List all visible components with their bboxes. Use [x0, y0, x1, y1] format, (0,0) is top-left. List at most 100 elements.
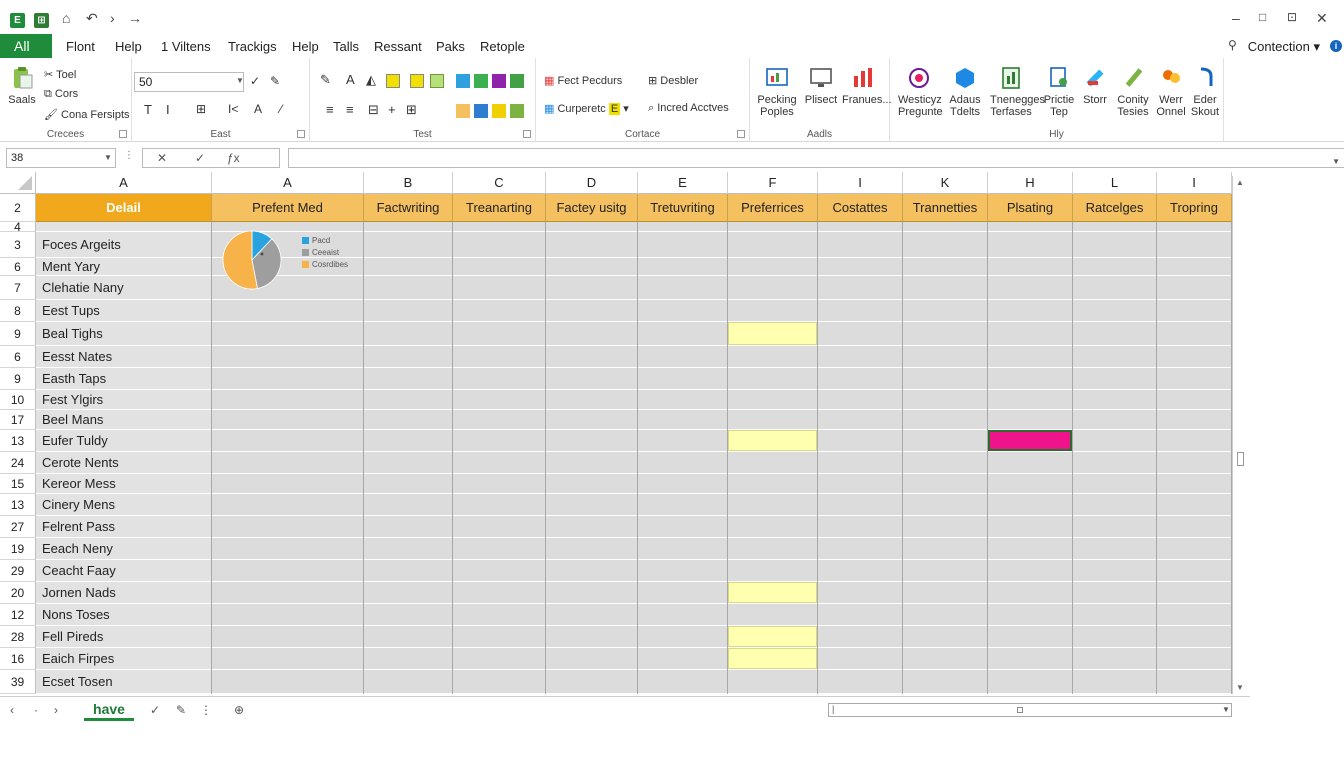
highlight-yellow-2-icon[interactable] [410, 74, 424, 88]
row-name-cell[interactable]: Eufer Tuldy [36, 430, 212, 452]
header-cell[interactable]: Costattes [818, 194, 903, 222]
row-name-cell[interactable]: Clehatie Nany [36, 276, 212, 300]
highlight-yellow-icon[interactable] [386, 74, 400, 88]
minimize-button[interactable]: – [1232, 10, 1240, 26]
enter-formula-icon[interactable]: ✓ [195, 151, 205, 165]
underline-icon[interactable]: I< [228, 102, 238, 116]
row-header[interactable]: 13 [0, 430, 36, 452]
menu-item-help-2[interactable]: Help [292, 39, 319, 54]
column-header[interactable]: I [1157, 172, 1232, 194]
tab-check-icon[interactable]: ✓ [150, 703, 160, 717]
cut-button[interactable]: ✂ Toel [44, 68, 76, 81]
format-icon-8[interactable] [510, 104, 524, 118]
redo-arrow-icon[interactable]: → [128, 10, 142, 26]
insert-actives-button[interactable]: ⌕ Incred Acctves [648, 102, 729, 115]
restore-button[interactable]: □ [1259, 10, 1266, 24]
close-button[interactable]: ✕ [1316, 10, 1328, 27]
highlight-green-icon[interactable] [430, 74, 444, 88]
format-icon-7[interactable] [492, 104, 506, 118]
row-header[interactable]: 7 [0, 276, 36, 300]
fill-bucket-icon[interactable]: ◭ [366, 72, 376, 88]
connection-dropdown[interactable]: Contection ▾ [1248, 39, 1320, 55]
menu-item-trackigs[interactable]: Trackigs [228, 39, 277, 54]
pen-icon[interactable]: ✎ [320, 72, 331, 88]
tnenegges-button[interactable]: Tnenegges Terfases [990, 66, 1045, 118]
cell-styles-button[interactable]: ▦ Curperetc E ▾ [544, 102, 629, 115]
name-box-dropdown-icon[interactable]: ▼ [104, 153, 112, 162]
format-icon-3[interactable] [492, 74, 506, 88]
name-box[interactable]: 38 [6, 148, 116, 168]
row-header[interactable]: 24 [0, 452, 36, 474]
bold-icon[interactable]: T [144, 102, 152, 117]
highlighted-cell[interactable] [728, 626, 817, 647]
menu-item-talls[interactable]: Talls [333, 39, 359, 54]
sheet-app-icon[interactable]: ⊞ [34, 13, 49, 28]
column-header[interactable]: H [988, 172, 1073, 194]
condition-expand-icon[interactable] [737, 130, 745, 138]
select-all-corner[interactable] [0, 172, 36, 194]
row-header[interactable]: 16 [0, 648, 36, 670]
conity-tesies-button[interactable]: Conity Tesies [1112, 66, 1154, 118]
plisect-button[interactable]: Plisect [800, 66, 842, 106]
font-color-icon[interactable]: A [254, 102, 262, 116]
tab-next-icon[interactable]: › [54, 703, 58, 717]
row-header[interactable]: 28 [0, 626, 36, 648]
row-name-cell[interactable]: Eaich Firpes [36, 648, 212, 670]
row-name-cell[interactable]: Beel Mans [36, 410, 212, 430]
format-icon-5[interactable] [456, 104, 470, 118]
row-name-cell[interactable]: Beal Tighs [36, 322, 212, 346]
row-name-cell[interactable]: Foces Argeits [36, 232, 212, 258]
clear-format-icon[interactable]: ⁄ [280, 102, 282, 116]
highlighted-cell[interactable] [728, 582, 817, 603]
row-header[interactable]: 3 [0, 232, 36, 258]
format-icon-2[interactable] [474, 74, 488, 88]
row-name-cell[interactable]: Eesst Nates [36, 346, 212, 368]
wrap-text-icon[interactable]: ⊟ [368, 102, 379, 118]
row-name-cell[interactable]: Fell Pireds [36, 626, 212, 648]
menu-item-viltens[interactable]: 1 Viltens [161, 39, 211, 54]
column-header[interactable]: L [1073, 172, 1157, 194]
format-icon-1[interactable] [456, 74, 470, 88]
scroll-up-icon[interactable]: ▲ [1236, 178, 1244, 187]
header-cell[interactable]: Factey usitg [546, 194, 638, 222]
highlighted-cell[interactable] [988, 430, 1072, 451]
row-header[interactable]: 39 [0, 670, 36, 694]
row-name-cell[interactable]: Ment Yary [36, 258, 212, 276]
format-icon-4[interactable] [510, 74, 524, 88]
menu-item-flont[interactable]: Flont [66, 39, 95, 54]
row-header[interactable]: 9 [0, 368, 36, 390]
pecking-poples-button[interactable]: Pecking Poples [756, 66, 798, 118]
row-header[interactable]: 12 [0, 604, 36, 626]
column-header[interactable]: A [212, 172, 364, 194]
row-name-cell[interactable]: Cerote Nents [36, 452, 212, 474]
merge-icon[interactable]: + [388, 102, 396, 117]
row-header[interactable]: 10 [0, 390, 36, 410]
row-header[interactable]: 15 [0, 474, 36, 494]
adaus-tdelts-button[interactable]: Adaus Tdelts [944, 66, 986, 118]
row-name-cell[interactable]: Cinery Mens [36, 494, 212, 516]
maximize-button[interactable]: ⊡ [1287, 10, 1297, 24]
vertical-scrollbar[interactable]: ▲ ▼ [1232, 176, 1248, 694]
header-cell[interactable]: Ratcelges [1073, 194, 1157, 222]
scroll-left-icon[interactable]: | [832, 704, 834, 714]
header-cell[interactable]: Factwriting [364, 194, 453, 222]
row-header[interactable]: 29 [0, 560, 36, 582]
header-cell[interactable]: Prefent Med [212, 194, 364, 222]
row-name-cell[interactable]: Easth Taps [36, 368, 212, 390]
insert-table-button[interactable]: ⊞ Desbler [648, 74, 698, 87]
row-header[interactable]: 6 [0, 258, 36, 276]
paste-button[interactable]: Saals [2, 66, 42, 106]
sheet-tab[interactable]: have [84, 697, 134, 721]
excel-app-icon[interactable]: E [10, 13, 25, 28]
highlighted-cell[interactable] [728, 648, 817, 669]
row-name-cell[interactable] [36, 222, 212, 232]
chevron-right-icon[interactable]: › [110, 10, 115, 26]
column-header[interactable]: F [728, 172, 818, 194]
menu-all[interactable]: All [0, 34, 52, 58]
undo-icon[interactable]: ↶ [86, 10, 98, 27]
eder-skout-button[interactable]: Eder Skout [1184, 66, 1226, 118]
scroll-down-icon[interactable]: ▼ [1236, 683, 1244, 692]
row-name-cell[interactable]: Eest Tups [36, 300, 212, 322]
row-header[interactable]: 4 [0, 221, 36, 233]
header-cell[interactable]: Tropring [1157, 194, 1232, 222]
